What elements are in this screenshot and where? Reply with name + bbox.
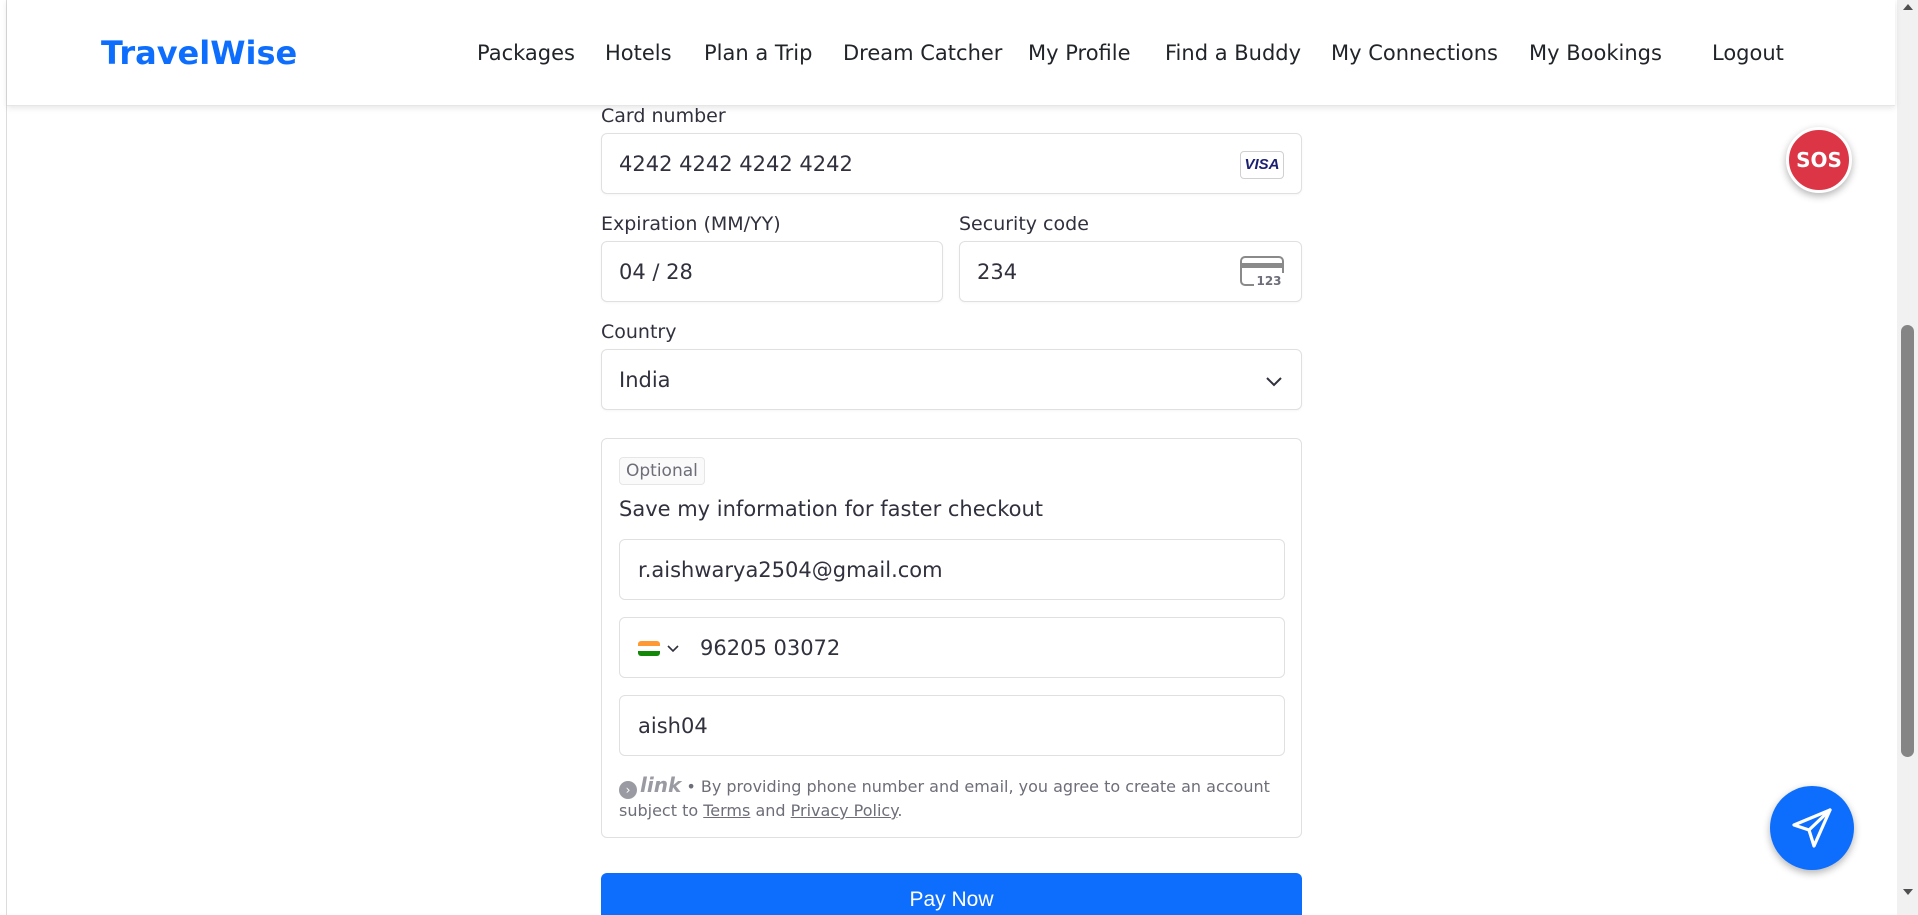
privacy-policy-link[interactable]: Privacy Policy (791, 801, 898, 820)
sos-button[interactable]: SOS (1786, 127, 1852, 193)
security-code-label: Security code (959, 213, 1089, 235)
legal-period: . (897, 801, 903, 820)
navbar: TravelWise Packages Hotels Plan a Trip D… (7, 0, 1895, 106)
expiration-label: Expiration (MM/YY) (601, 213, 781, 235)
brand-logo[interactable]: TravelWise (101, 34, 297, 72)
send-button[interactable] (1770, 786, 1854, 870)
card-number-input[interactable]: 4242 4242 4242 4242 VISA (601, 133, 1302, 194)
country-label: Country (601, 321, 677, 343)
terms-link[interactable]: Terms (703, 801, 750, 820)
card-number-value: 4242 4242 4242 4242 (619, 152, 853, 176)
legal-and: and (755, 801, 786, 820)
chevron-down-icon[interactable] (666, 641, 680, 655)
country-value: India (619, 368, 671, 392)
link-name-input[interactable]: aish04 (619, 695, 1285, 756)
security-code-input[interactable]: 234 123 (959, 241, 1302, 302)
nav-link-my-bookings[interactable]: My Bookings (1529, 41, 1662, 65)
link-logo-icon: › (619, 781, 637, 799)
link-email-input[interactable]: r.aishwarya2504@gmail.com (619, 539, 1285, 600)
nav-link-hotels[interactable]: Hotels (605, 41, 672, 65)
page-edge (6, 0, 7, 915)
card-number-label: Card number (601, 105, 726, 127)
cvc-card-icon: 123 (1240, 256, 1284, 288)
nav-link-my-profile[interactable]: My Profile (1028, 41, 1131, 65)
link-phone-value: 96205 03072 (700, 636, 841, 660)
security-code-value: 234 (977, 260, 1018, 284)
link-save-title: Save my information for faster checkout (619, 497, 1043, 521)
india-flag-icon[interactable] (638, 641, 660, 656)
nav-link-logout[interactable]: Logout (1712, 41, 1784, 65)
nav-link-plan-a-trip[interactable]: Plan a Trip (704, 41, 812, 65)
nav-link-my-connections[interactable]: My Connections (1331, 41, 1498, 65)
link-logo: link (640, 773, 682, 797)
nav-link-packages[interactable]: Packages (477, 41, 575, 65)
pay-now-button[interactable]: Pay Now (601, 873, 1302, 915)
expiration-value: 04 / 28 (619, 260, 693, 284)
page-scrollbar[interactable] (1897, 0, 1918, 915)
link-legal-text: › link • By providing phone number and em… (619, 773, 1289, 823)
link-phone-input[interactable]: 96205 03072 (619, 617, 1285, 678)
link-save-section: Optional Save my information for faster … (601, 438, 1302, 838)
link-email-value: r.aishwarya2504@gmail.com (638, 558, 943, 582)
visa-card-icon: VISA (1240, 151, 1284, 179)
country-select[interactable]: India (601, 349, 1302, 410)
nav-link-dream-catcher[interactable]: Dream Catcher (843, 41, 1002, 65)
link-name-value: aish04 (638, 714, 708, 738)
nav-link-find-a-buddy[interactable]: Find a Buddy (1165, 41, 1301, 65)
optional-badge: Optional (619, 457, 705, 485)
chevron-down-icon (1266, 377, 1282, 387)
scroll-down-arrow-icon[interactable] (1903, 889, 1913, 895)
cvc-icon-text: 123 (1256, 274, 1281, 288)
scroll-up-arrow-icon[interactable] (1903, 4, 1913, 10)
send-icon (1792, 808, 1832, 848)
expiration-input[interactable]: 04 / 28 (601, 241, 943, 302)
scrollbar-thumb[interactable] (1901, 325, 1914, 757)
